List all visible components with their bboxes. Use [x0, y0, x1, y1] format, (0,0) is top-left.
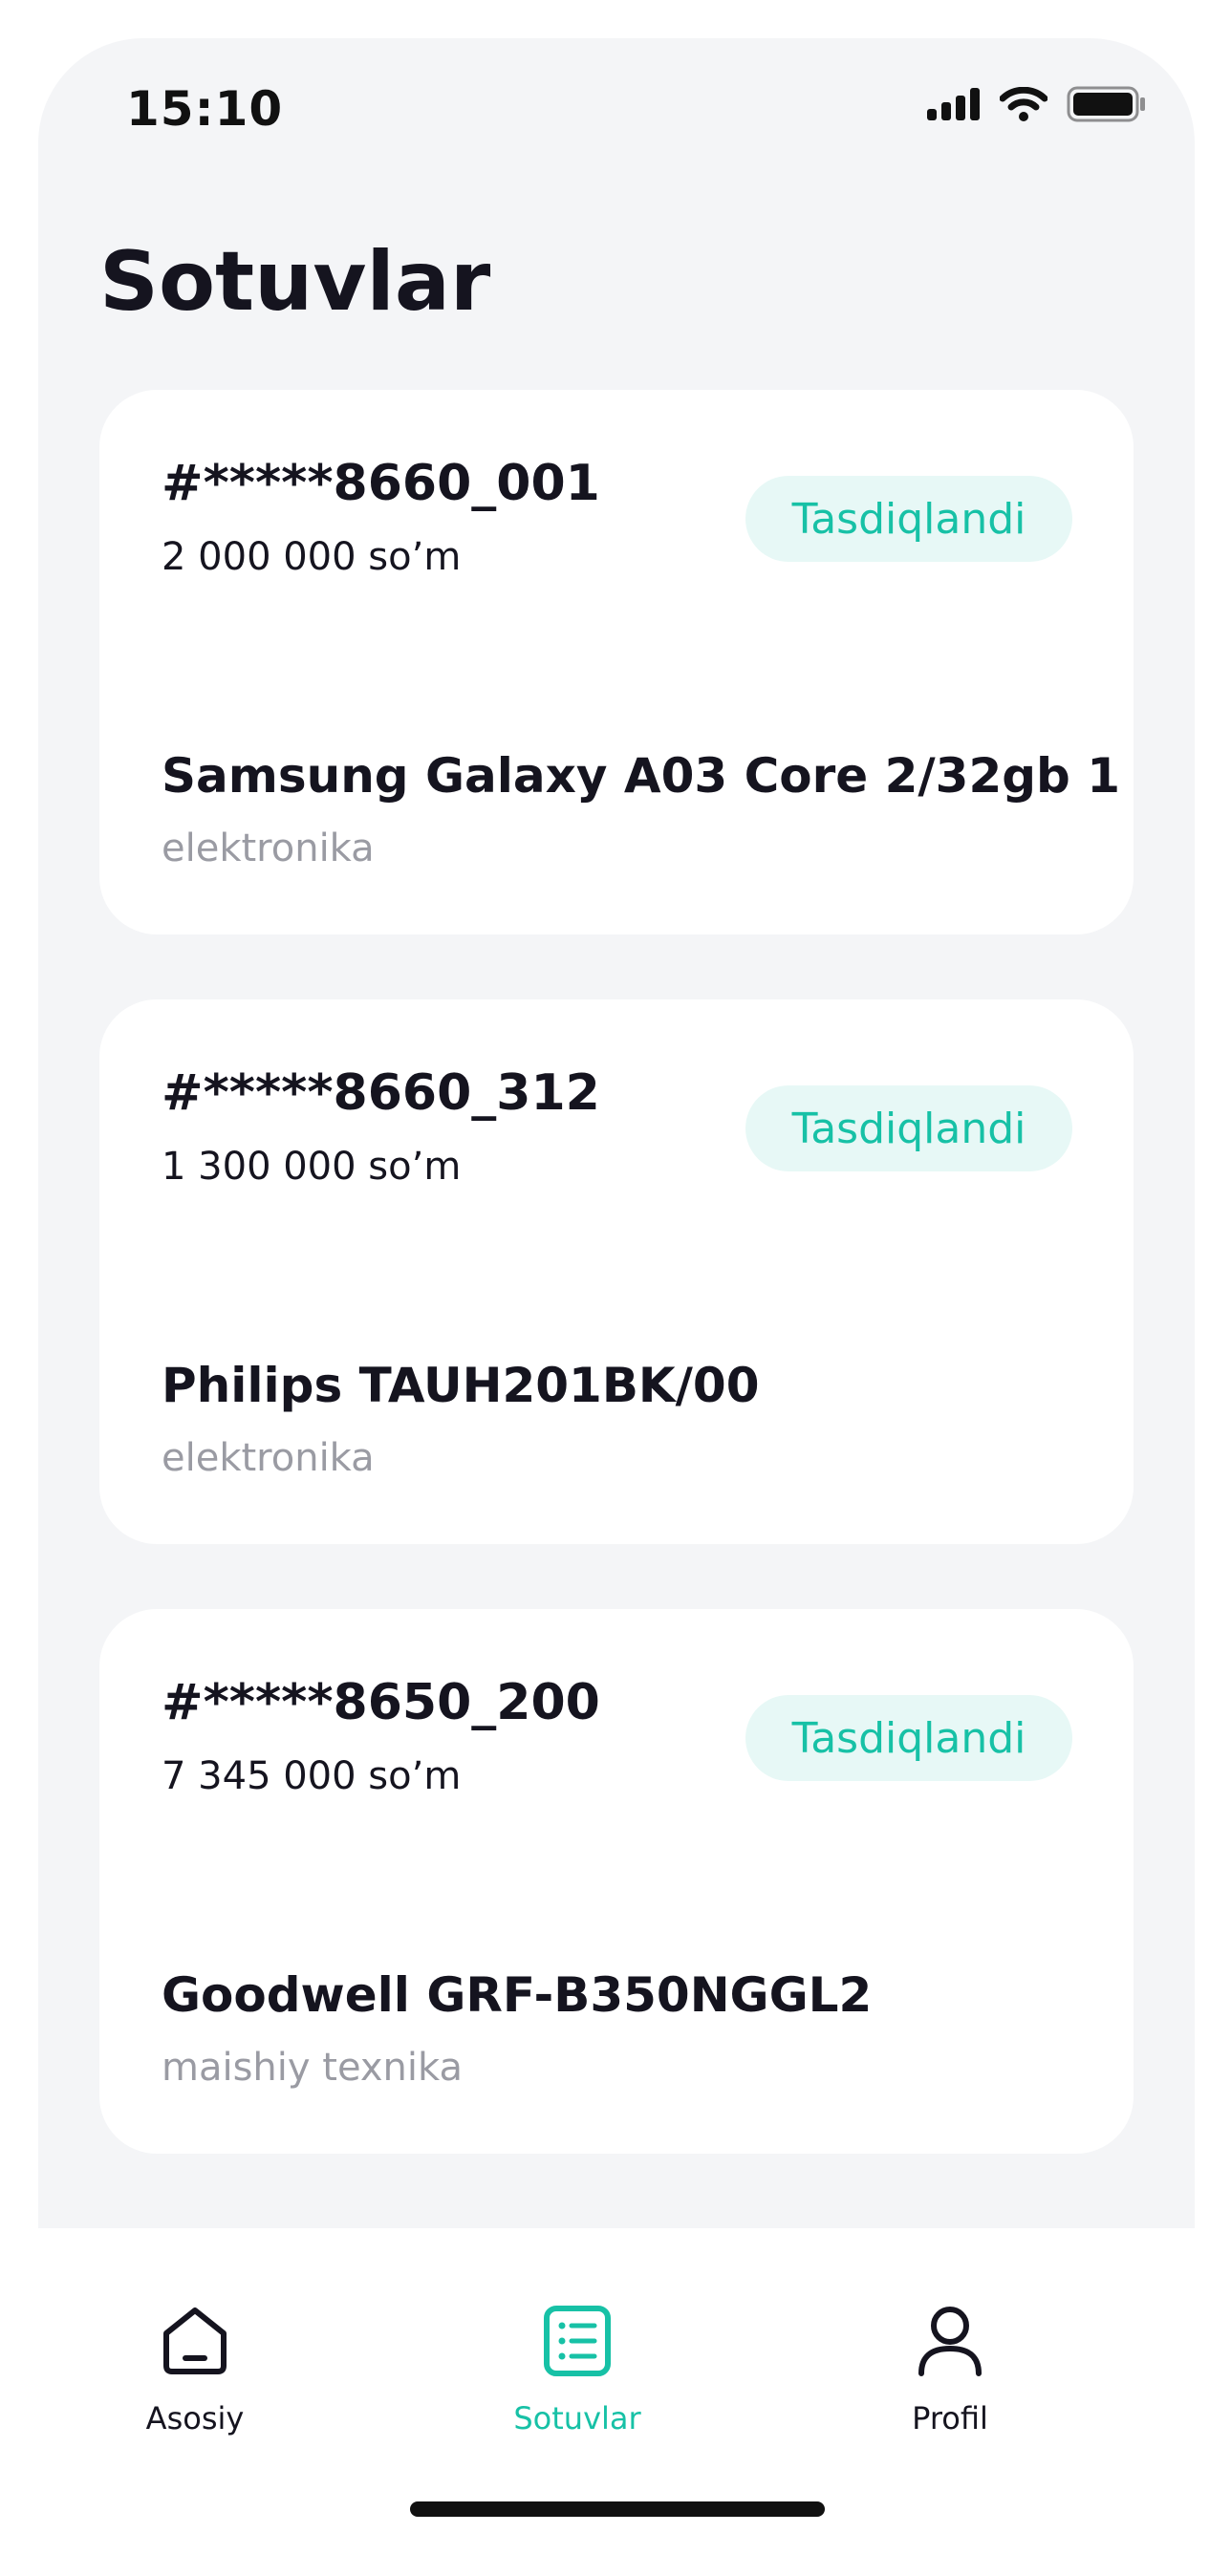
tab-label: Profil [912, 2400, 988, 2436]
home-icon [161, 2305, 229, 2381]
status-time: 15:10 [126, 81, 284, 137]
product-category: maishiy texnika [162, 2046, 463, 2090]
status-icons [927, 86, 1147, 126]
list-icon [543, 2305, 612, 2381]
product-name: Philips TAUH201BK/00 [162, 1358, 760, 1413]
signal-icon [927, 88, 981, 124]
product-name: Goodwell GRF-B350NGGL2 [162, 1967, 873, 2023]
status-badge: Tasdiqlandi [745, 1695, 1072, 1781]
sale-price: 1 300 000 so’m [162, 1145, 462, 1189]
sale-card[interactable]: #*****8660_312 1 300 000 so’m Tasdiqland… [99, 999, 1134, 1544]
user-icon [916, 2305, 984, 2381]
sale-card[interactable]: #*****8650_200 7 345 000 so’m Tasdiqland… [99, 1609, 1134, 2154]
tab-label: Asosiy [145, 2400, 245, 2436]
home-indicator [410, 2501, 825, 2517]
sale-id: #*****8650_200 [162, 1674, 600, 1731]
tab-label: Sotuvlar [513, 2400, 641, 2436]
sale-card[interactable]: #*****8660_001 2 000 000 so’m Tasdiqland… [99, 390, 1134, 934]
status-badge: Tasdiqlandi [745, 476, 1072, 562]
status-bar: 15:10 [38, 38, 1195, 182]
status-badge: Tasdiqlandi [745, 1085, 1072, 1171]
product-category: elektronika [162, 826, 375, 870]
tab-profil[interactable]: Profil [826, 2305, 1074, 2436]
product-name: Samsung Galaxy A03 Core 2/32gb 1 [162, 748, 1121, 804]
sale-id: #*****8660_001 [162, 455, 600, 512]
sale-price: 2 000 000 so’m [162, 535, 462, 579]
bottom-tab-bar: Asosiy Sotuvlar Profil [0, 2228, 1231, 2576]
sale-price: 7 345 000 so’m [162, 1754, 462, 1798]
battery-icon [1067, 86, 1147, 126]
tab-sotuvlar[interactable]: Sotuvlar [453, 2305, 702, 2436]
app-screen: 15:10 Sotuvlar #*****8660_001 2 000 000 … [38, 38, 1195, 2542]
sale-id: #*****8660_312 [162, 1064, 600, 1122]
tab-asosiy[interactable]: Asosiy [71, 2305, 319, 2436]
page-title: Sotuvlar [99, 234, 491, 330]
wifi-icon [999, 86, 1048, 125]
product-category: elektronika [162, 1436, 375, 1480]
